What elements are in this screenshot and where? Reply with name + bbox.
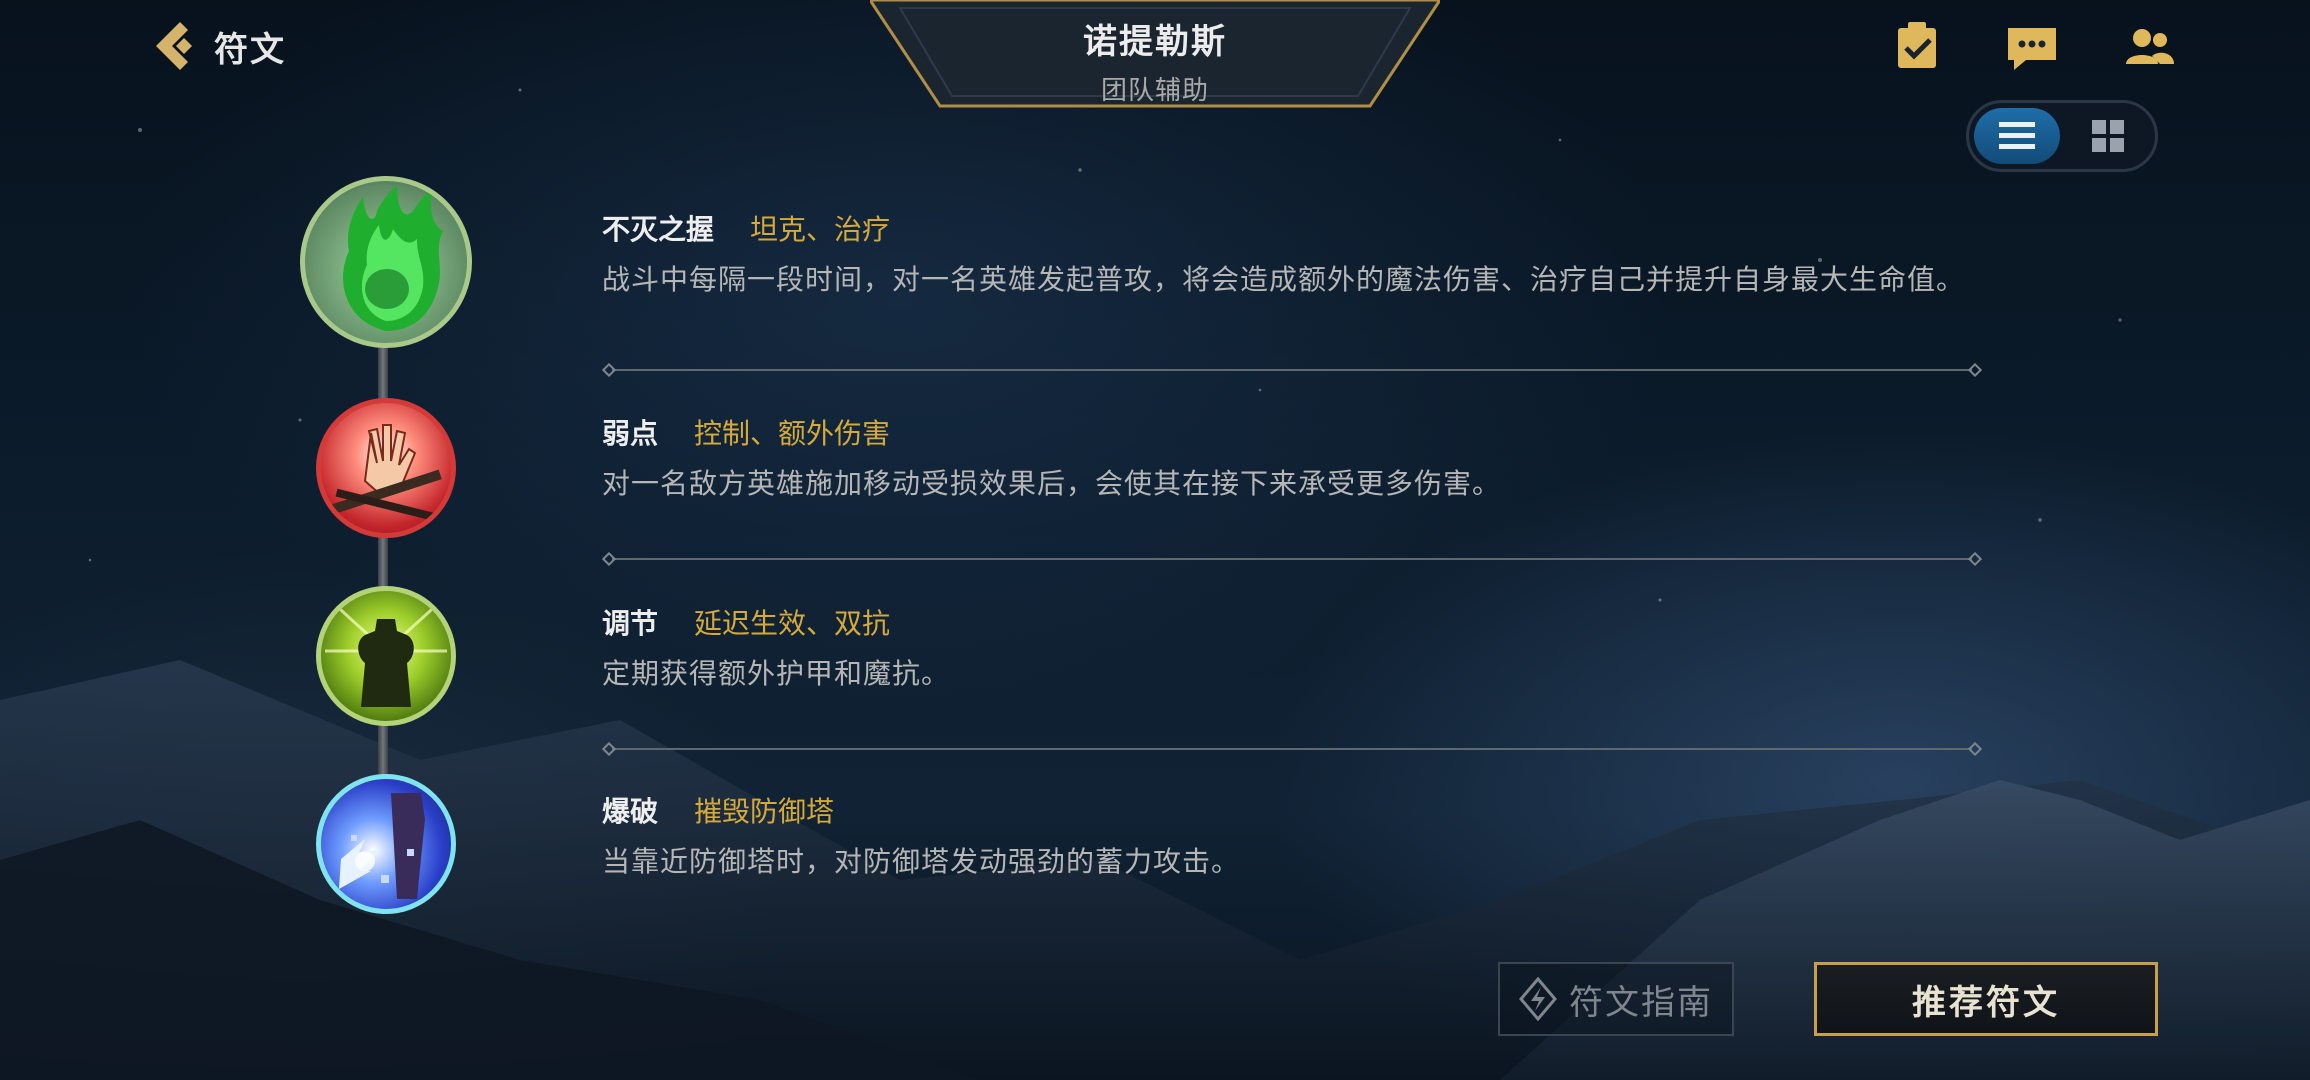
rune-tags: 摧毁防御塔 bbox=[694, 795, 835, 828]
list-icon bbox=[1999, 122, 2035, 149]
champion-title-plate: 诺提勒斯 团队辅助 bbox=[870, 0, 1440, 110]
back-button[interactable]: 符文 bbox=[148, 18, 286, 74]
bound-hand-icon bbox=[330, 424, 442, 522]
rune-name: 爆破 bbox=[602, 795, 659, 828]
back-arrow-icon bbox=[156, 22, 192, 70]
friends-icon[interactable] bbox=[2122, 22, 2178, 74]
rune-divider bbox=[602, 742, 1982, 756]
rune-tags: 延迟生效、双抗 bbox=[694, 607, 891, 640]
rune-description: 定期获得额外护甲和魔抗。 bbox=[602, 657, 951, 690]
rune-entry: 调节 延迟生效、双抗 定期获得额外护甲和魔抗。 bbox=[602, 602, 2002, 692]
chat-icon[interactable] bbox=[2004, 22, 2060, 74]
recommend-runes-button[interactable]: 推荐符文 bbox=[1814, 962, 2158, 1036]
rune-icon-demolish[interactable] bbox=[316, 774, 456, 914]
rune-icon-conditioning[interactable] bbox=[316, 586, 456, 726]
view-toggle bbox=[1966, 100, 2158, 172]
mountain-backdrop bbox=[0, 88, 2310, 1080]
armored-figure-icon bbox=[325, 599, 447, 707]
green-flame-hand-icon bbox=[343, 185, 443, 331]
back-label: 符文 bbox=[214, 29, 286, 70]
rune-guide-icon bbox=[1519, 977, 1557, 1021]
champion-role: 团队辅助 bbox=[1100, 76, 1209, 106]
rune-tags: 坦克、治疗 bbox=[750, 213, 891, 246]
tower-blast-icon bbox=[339, 793, 425, 899]
recommend-runes-label: 推荐符文 bbox=[1912, 982, 2060, 1023]
list-view-button[interactable] bbox=[1974, 108, 2060, 164]
rune-name: 不灭之握 bbox=[602, 213, 715, 246]
rune-guide-label: 符文指南 bbox=[1569, 982, 1713, 1023]
grid-icon bbox=[2092, 120, 2124, 152]
clipboard-check-icon[interactable] bbox=[1890, 20, 1946, 72]
rune-divider bbox=[602, 363, 1982, 377]
rune-description: 当靠近防御塔时，对防御塔发动强劲的蓄力攻击。 bbox=[602, 845, 1241, 878]
rune-entry: 弱点 控制、额外伤害 对一名敌方英雄施加移动受损效果后，会使其在接下来承受更多伤… bbox=[602, 412, 2002, 502]
rune-entry: 爆破 摧毁防御塔 当靠近防御塔时，对防御塔发动强劲的蓄力攻击。 bbox=[602, 790, 2002, 880]
rune-icon-weakness[interactable] bbox=[316, 398, 456, 538]
rune-description: 对一名敌方英雄施加移动受损效果后，会使其在接下来承受更多伤害。 bbox=[602, 467, 1502, 500]
rune-name: 调节 bbox=[602, 607, 659, 640]
champion-name: 诺提勒斯 bbox=[1083, 22, 1227, 62]
rune-entry: 不灭之握 坦克、治疗 战斗中每隔一段时间，对一名英雄发起普攻，将会造成额外的魔法… bbox=[602, 208, 2002, 298]
rune-description: 战斗中每隔一段时间，对一名英雄发起普攻，将会造成额外的魔法伤害、治疗自己并提升自… bbox=[602, 263, 1966, 296]
rune-name: 弱点 bbox=[602, 417, 659, 450]
rune-divider bbox=[602, 552, 1982, 566]
grid-view-button[interactable] bbox=[2065, 108, 2151, 164]
rune-icon-keystone[interactable] bbox=[300, 176, 472, 348]
rune-tags: 控制、额外伤害 bbox=[694, 417, 891, 450]
rune-guide-button[interactable]: 符文指南 bbox=[1498, 962, 1734, 1036]
